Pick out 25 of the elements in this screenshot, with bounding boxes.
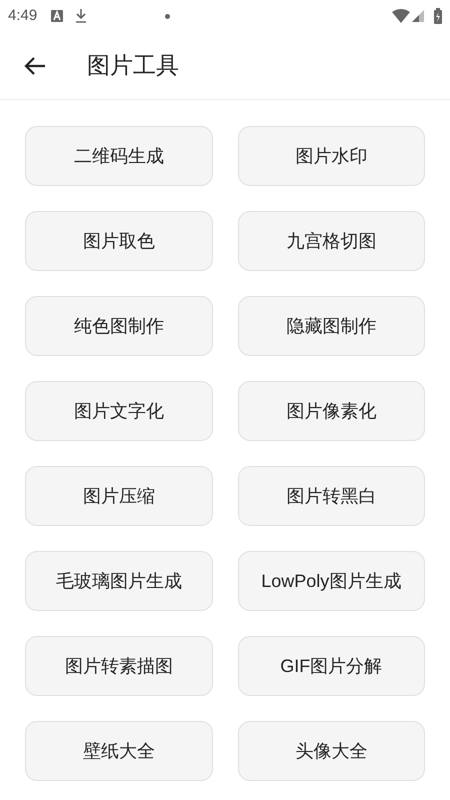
notification-icon (51, 10, 64, 22)
tool-button[interactable]: 图片转黑白 (238, 466, 425, 526)
tool-button[interactable]: 九宫格切图 (238, 211, 425, 271)
tool-button[interactable]: 毛玻璃图片生成 (25, 551, 212, 611)
tool-button[interactable]: 图片压缩 (25, 466, 212, 526)
tool-button[interactable]: 图片取色 (25, 211, 212, 271)
back-arrow-icon (24, 56, 46, 76)
tool-button[interactable]: 图片像素化 (238, 381, 425, 441)
tool-button[interactable]: GIF图片分解 (238, 636, 425, 696)
signal-icon (412, 10, 424, 22)
tool-button[interactable]: 图片转素描图 (25, 636, 212, 696)
wifi-icon (392, 9, 410, 23)
tool-button[interactable]: 图片水印 (238, 126, 425, 186)
status-time: 4:49 (8, 6, 38, 26)
tool-button[interactable]: 壁纸大全 (25, 721, 212, 781)
battery-icon (434, 8, 442, 24)
page-title: 图片工具 (87, 51, 179, 80)
tool-button[interactable]: 隐藏图制作 (238, 296, 425, 356)
tool-button[interactable]: LowPoly图片生成 (238, 551, 425, 611)
tool-button[interactable]: 二维码生成 (25, 126, 212, 186)
download-icon (75, 9, 88, 23)
dot-icon (165, 14, 170, 18)
tool-button[interactable]: 头像大全 (238, 721, 425, 781)
tool-button[interactable]: 图片文字化 (25, 381, 212, 441)
tool-button[interactable]: 纯色图制作 (25, 296, 212, 356)
